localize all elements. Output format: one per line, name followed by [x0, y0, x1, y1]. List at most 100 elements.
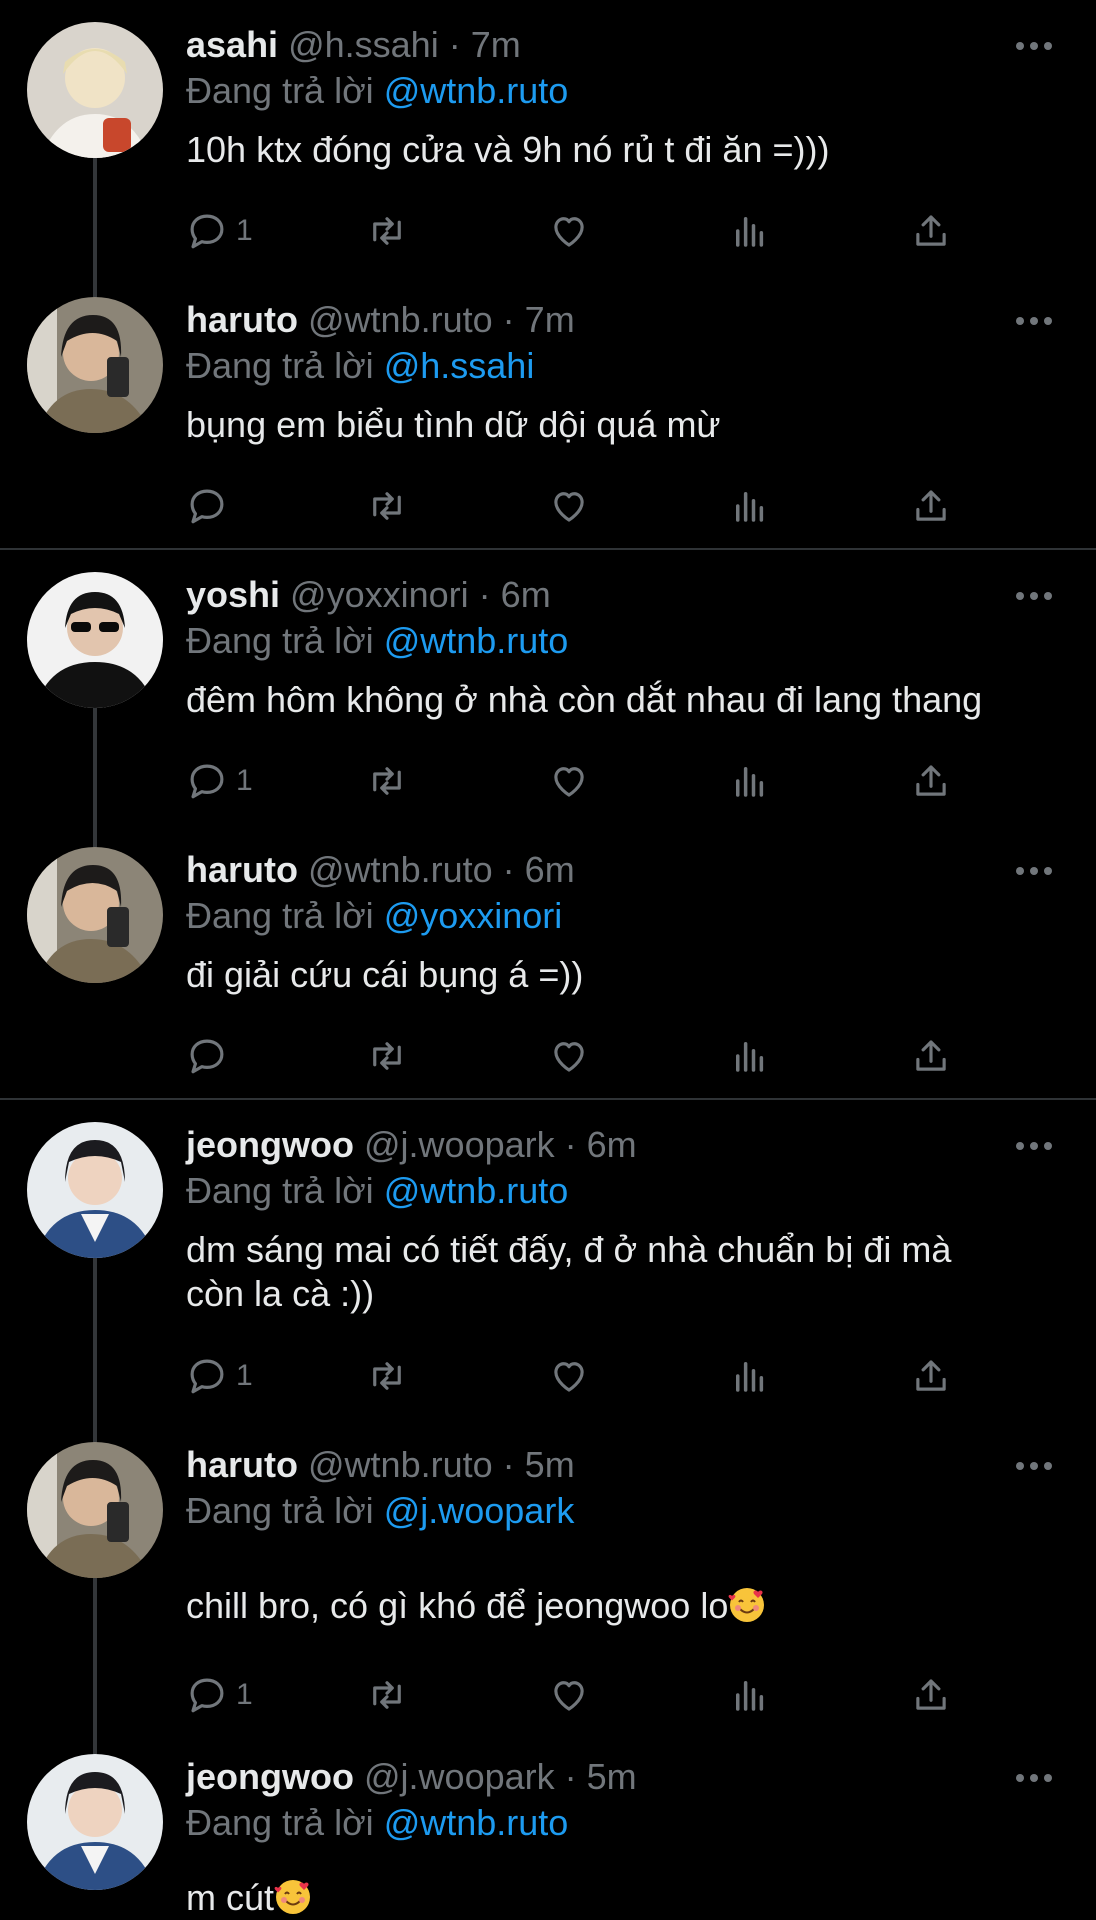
reply-button[interactable]	[186, 478, 236, 534]
retweet-button[interactable]	[366, 1348, 408, 1404]
share-icon	[916, 1679, 946, 1710]
avatar[interactable]	[27, 1442, 163, 1578]
views-icon	[736, 1681, 764, 1711]
more-options-button[interactable]	[1012, 301, 1056, 341]
tweet[interactable]: haruto @wtnb.ruto · 7m Đang trả lời @h.s…	[0, 275, 1096, 550]
share-button[interactable]	[910, 478, 952, 534]
reply-prefix: Đang trả lời	[186, 1490, 374, 1531]
author-handle[interactable]: @yoxxinori	[290, 574, 469, 615]
reply-mention[interactable]: @wtnb.ruto	[384, 1802, 569, 1843]
tweet[interactable]: haruto @wtnb.ruto · 6m Đang trả lời @yox…	[0, 825, 1096, 1100]
author-name[interactable]: yoshi	[186, 574, 280, 615]
timestamp[interactable]: 5m	[587, 1756, 637, 1797]
timestamp[interactable]: 6m	[501, 574, 551, 615]
author-handle[interactable]: @wtnb.ruto	[308, 849, 493, 890]
timestamp[interactable]: 5m	[525, 1444, 575, 1485]
avatar[interactable]	[27, 572, 163, 708]
share-button[interactable]	[910, 1028, 952, 1084]
more-options-button[interactable]	[1012, 1126, 1056, 1166]
avatar[interactable]	[27, 22, 163, 158]
like-icon	[554, 492, 584, 522]
thread-line	[93, 1578, 97, 1756]
timestamp[interactable]: 7m	[525, 299, 575, 340]
reply-mention[interactable]: @j.woopark	[384, 1490, 575, 1531]
author-handle[interactable]: @j.woopark	[364, 1124, 555, 1165]
avatar[interactable]	[27, 1122, 163, 1258]
avatar[interactable]	[27, 847, 163, 983]
views-icon	[736, 492, 764, 522]
share-button[interactable]	[910, 1348, 952, 1404]
views-icon	[736, 217, 764, 247]
more-options-button[interactable]	[1012, 26, 1056, 66]
like-button[interactable]	[548, 1348, 590, 1404]
retweet-button[interactable]	[366, 203, 408, 259]
author-handle[interactable]: @j.woopark	[364, 1756, 555, 1797]
share-icon	[916, 1040, 946, 1071]
views-button[interactable]	[729, 478, 771, 534]
like-button[interactable]	[548, 1667, 590, 1723]
views-button[interactable]	[729, 203, 771, 259]
reply-icon	[190, 1359, 224, 1394]
reply-mention[interactable]: @wtnb.ruto	[384, 620, 569, 661]
more-options-button[interactable]	[1012, 576, 1056, 616]
reply-button[interactable]: 1	[186, 1667, 253, 1723]
avatar[interactable]	[27, 297, 163, 433]
author-handle[interactable]: @h.ssahi	[288, 24, 439, 65]
share-button[interactable]	[910, 753, 952, 809]
reply-button[interactable]: 1	[186, 203, 253, 259]
author-name[interactable]: haruto	[186, 849, 298, 890]
views-button[interactable]	[729, 753, 771, 809]
retweet-button[interactable]	[366, 753, 408, 809]
author-handle[interactable]: @wtnb.ruto	[308, 1444, 493, 1485]
retweet-icon	[373, 217, 401, 245]
tweet[interactable]: jeongwoo @j.woopark · 5m Đang trả lời @w…	[0, 1732, 1096, 1920]
timestamp[interactable]: 7m	[471, 24, 521, 65]
retweet-button[interactable]	[366, 1028, 408, 1084]
tweet[interactable]: jeongwoo @j.woopark · 6m Đang trả lời @w…	[0, 1100, 1096, 1444]
author-name[interactable]: asahi	[186, 24, 278, 65]
avatar[interactable]	[27, 1754, 163, 1890]
tweet[interactable]: asahi @h.ssahi · 7m Đang trả lời @wtnb.r…	[0, 0, 1096, 298]
like-button[interactable]	[548, 478, 590, 534]
more-options-button[interactable]	[1012, 1446, 1056, 1486]
views-button[interactable]	[729, 1028, 771, 1084]
views-button[interactable]	[729, 1667, 771, 1723]
retweet-button[interactable]	[366, 1667, 408, 1723]
reply-button[interactable]	[186, 1028, 236, 1084]
meta-separator: ·	[564, 1756, 577, 1797]
more-icon	[1016, 1462, 1052, 1470]
author-name[interactable]: haruto	[186, 1444, 298, 1485]
tweet[interactable]: haruto @wtnb.ruto · 5m Đang trả lời @j.w…	[0, 1420, 1096, 1756]
reply-mention[interactable]: @h.ssahi	[384, 345, 535, 386]
meta-separator: ·	[448, 24, 461, 65]
more-options-button[interactable]	[1012, 851, 1056, 891]
reply-mention[interactable]: @wtnb.ruto	[384, 70, 569, 111]
more-options-button[interactable]	[1012, 1758, 1056, 1798]
like-button[interactable]	[548, 203, 590, 259]
timestamp[interactable]: 6m	[525, 849, 575, 890]
meta-separator: ·	[502, 849, 515, 890]
more-icon	[1016, 317, 1052, 325]
like-button[interactable]	[548, 753, 590, 809]
tweet-text: dm sáng mai có tiết đấy, đ ở nhà chuẩn b…	[186, 1228, 1036, 1316]
smiling-face-with-hearts-icon	[728, 1588, 765, 1622]
author-name[interactable]: haruto	[186, 299, 298, 340]
reply-mention[interactable]: @yoxxinori	[384, 895, 563, 936]
reply-button[interactable]: 1	[186, 753, 253, 809]
action-bar: 1	[186, 203, 976, 259]
share-button[interactable]	[910, 1667, 952, 1723]
views-button[interactable]	[729, 1348, 771, 1404]
author-name[interactable]: jeongwoo	[186, 1124, 354, 1165]
reply-button[interactable]: 1	[186, 1348, 253, 1404]
author-name[interactable]: jeongwoo	[186, 1756, 354, 1797]
share-icon	[916, 1360, 946, 1391]
like-button[interactable]	[548, 1028, 590, 1084]
timestamp[interactable]: 6m	[587, 1124, 637, 1165]
tweet[interactable]: yoshi @yoxxinori · 6m Đang trả lời @wtnb…	[0, 550, 1096, 848]
author-handle[interactable]: @wtnb.ruto	[308, 299, 493, 340]
share-button[interactable]	[910, 203, 952, 259]
replying-to: Đang trả lời @wtnb.ruto	[186, 618, 568, 664]
reply-mention[interactable]: @wtnb.ruto	[384, 1170, 569, 1211]
retweet-button[interactable]	[366, 478, 408, 534]
replying-to: Đang trả lời @wtnb.ruto	[186, 68, 568, 114]
